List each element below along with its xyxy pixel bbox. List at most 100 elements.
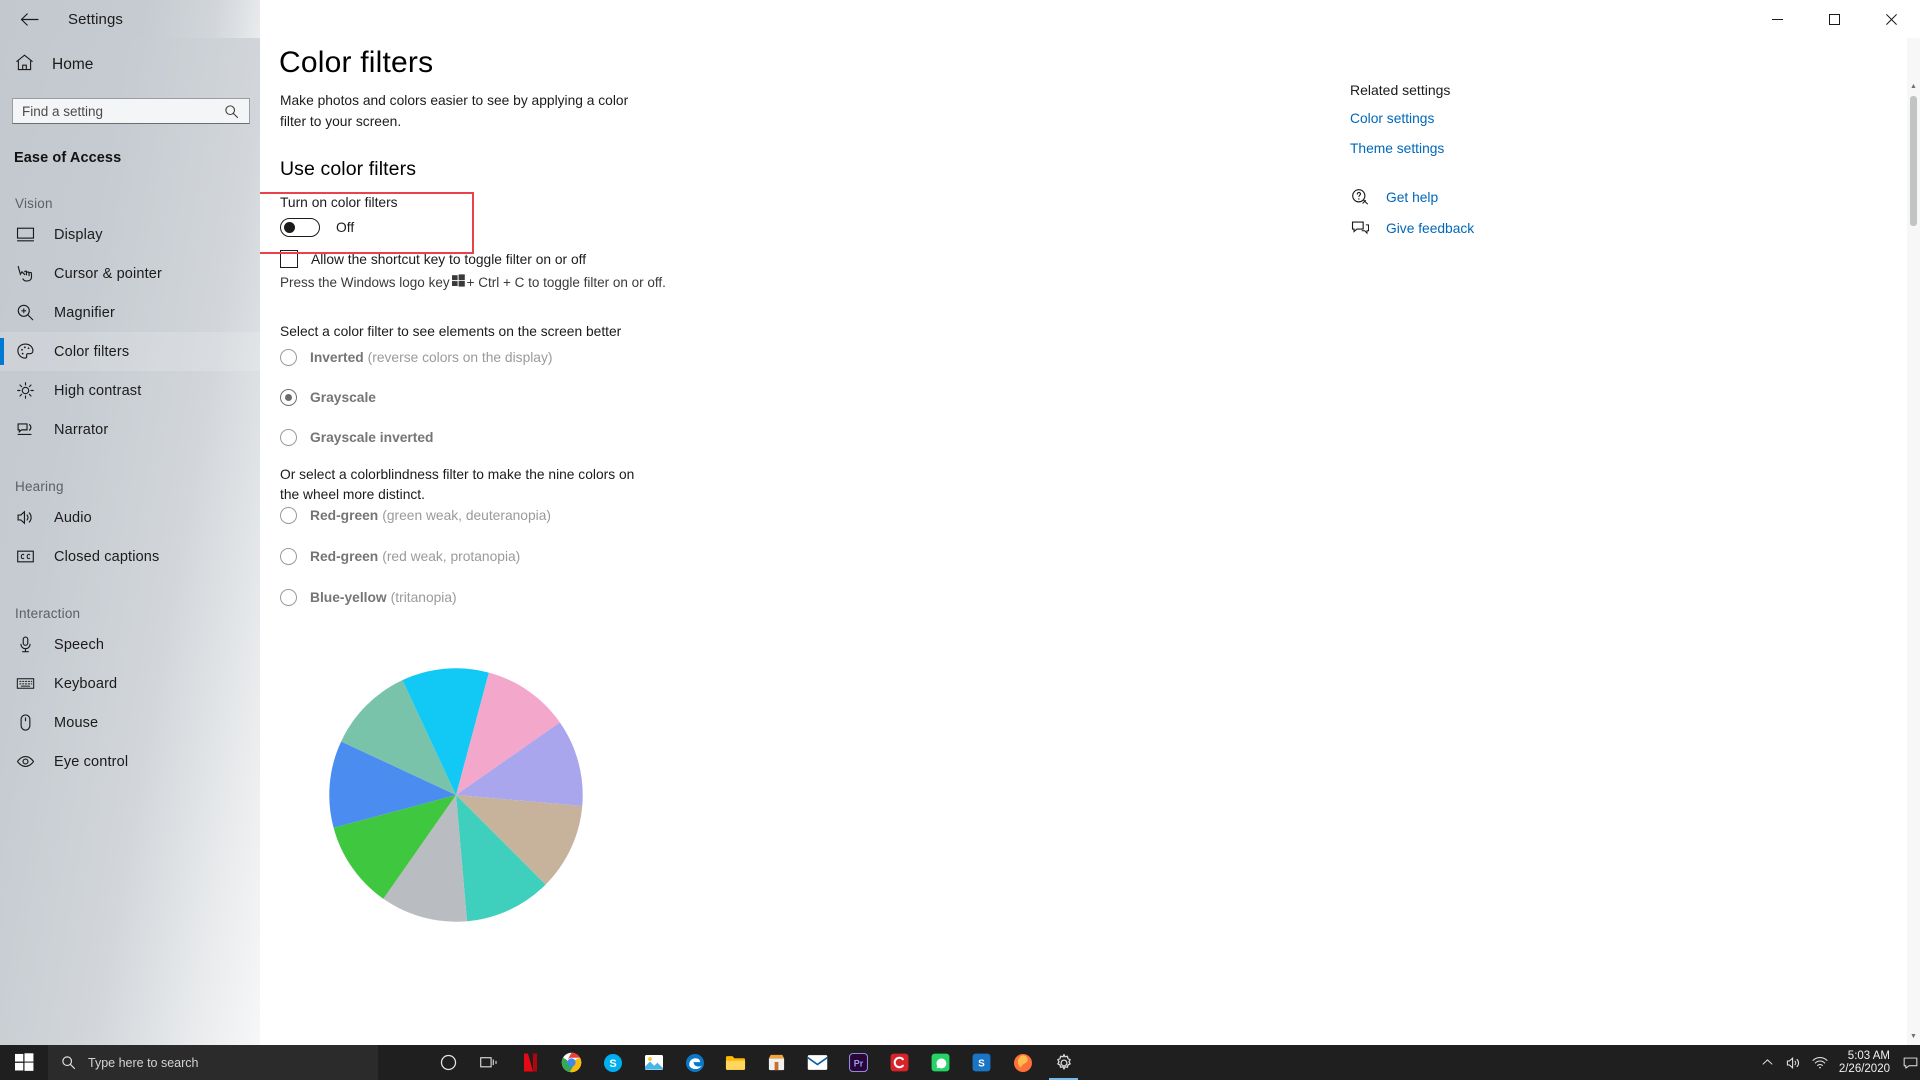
sidebar-item-high-contrast[interactable]: High contrast xyxy=(0,371,260,410)
radio-grayscale[interactable]: Grayscale xyxy=(280,389,376,406)
radio-inverted[interactable]: Inverted (reverse colors on the display) xyxy=(280,349,552,366)
firefox-icon[interactable] xyxy=(1002,1045,1043,1080)
microphone-icon xyxy=(15,634,36,655)
toggle-knob xyxy=(284,222,295,233)
premiere-pro-icon[interactable]: Pr xyxy=(838,1045,879,1080)
vertical-scrollbar[interactable]: ▲ ▼ xyxy=(1907,38,1920,1045)
radio-inverted-control[interactable] xyxy=(280,349,297,366)
radio-protanopia-extra: (red weak, protanopia) xyxy=(382,549,521,564)
sun-icon xyxy=(15,380,36,401)
home-icon xyxy=(14,52,35,78)
network-icon[interactable] xyxy=(1807,1045,1833,1080)
sidebar-item-mouse[interactable]: Mouse xyxy=(0,703,260,742)
edge-icon[interactable] xyxy=(674,1045,715,1080)
magnifier-icon xyxy=(15,302,36,323)
netflix-icon[interactable] xyxy=(510,1045,551,1080)
sidebar-label-magnifier: Magnifier xyxy=(54,304,115,321)
mail-icon[interactable] xyxy=(797,1045,838,1080)
sidebar-item-magnifier[interactable]: Magnifier xyxy=(0,293,260,332)
link-theme-settings[interactable]: Theme settings xyxy=(1350,141,1680,156)
radio-grayscale-control[interactable] xyxy=(280,389,297,406)
search-input[interactable] xyxy=(12,98,250,124)
search-icon[interactable] xyxy=(222,102,240,120)
search-wrapper xyxy=(12,98,250,124)
sidebar-item-eye-control[interactable]: Eye control xyxy=(0,742,260,781)
give-feedback-row[interactable]: Give feedback xyxy=(1350,218,1680,238)
file-explorer-icon[interactable] xyxy=(715,1045,756,1080)
radio-protanopia-label: Red-green xyxy=(310,549,379,564)
shortcut-hint-before: Press the Windows logo key xyxy=(280,274,450,290)
snipping-tool-icon[interactable]: S xyxy=(961,1045,1002,1080)
whatsapp-icon[interactable] xyxy=(920,1045,961,1080)
cortana-icon[interactable] xyxy=(428,1045,469,1080)
sidebar-label-keyboard: Keyboard xyxy=(54,675,118,692)
sidebar-item-audio[interactable]: Audio xyxy=(0,498,260,537)
settings-window: Color filters Make photos and colors eas… xyxy=(0,0,1920,1080)
radio-tritanopia-control[interactable] xyxy=(280,589,297,606)
radio-tritanopia-label: Blue-yellow xyxy=(310,590,387,605)
scrollbar-thumb[interactable] xyxy=(1910,96,1917,226)
color-filters-toggle[interactable] xyxy=(280,218,320,237)
radio-inverted-label: Inverted xyxy=(310,350,364,365)
sidebar-item-display[interactable]: Display xyxy=(0,215,260,254)
ccleaner-icon[interactable] xyxy=(879,1045,920,1080)
keyboard-icon xyxy=(15,673,36,694)
sidebar-item-cursor-pointer[interactable]: Cursor & pointer xyxy=(0,254,260,293)
help-section: Get help Give feedback xyxy=(1350,187,1680,238)
volume-icon[interactable] xyxy=(1781,1045,1807,1080)
svg-text:S: S xyxy=(978,1058,985,1069)
radio-deuteranopia-label: Red-green xyxy=(310,508,379,523)
radio-grayscale-inverted-control[interactable] xyxy=(280,429,297,446)
radio-deuteranopia-control[interactable] xyxy=(280,507,297,524)
toggle-state-label: Off xyxy=(336,220,355,235)
radio-protanopia[interactable]: Red-green (red weak, protanopia) xyxy=(280,548,520,565)
shortcut-checkbox[interactable] xyxy=(280,250,298,268)
taskbar-clock[interactable]: 5:03 AM 2/26/2020 xyxy=(1833,1045,1900,1080)
scroll-down-arrow-icon[interactable]: ▼ xyxy=(1907,1030,1920,1043)
category-title: Ease of Access xyxy=(14,150,122,166)
sidebar-item-keyboard[interactable]: Keyboard xyxy=(0,664,260,703)
radio-grayscale-inverted[interactable]: Grayscale inverted xyxy=(280,429,433,446)
close-button[interactable] xyxy=(1863,0,1920,38)
scroll-up-arrow-icon[interactable]: ▲ xyxy=(1907,80,1920,93)
radio-deuteranopia[interactable]: Red-green (green weak, deuteranopia) xyxy=(280,507,551,524)
chrome-icon[interactable] xyxy=(551,1045,592,1080)
colorblind-group-label: Or select a colorblindness filter to mak… xyxy=(280,467,635,502)
color-filters-toggle-row[interactable]: Off xyxy=(280,218,354,237)
monitor-icon xyxy=(15,224,36,245)
related-settings-title: Related settings xyxy=(1350,82,1451,98)
cursor-pointer-icon xyxy=(15,263,36,284)
skype-icon[interactable]: S xyxy=(592,1045,633,1080)
window-title: Settings xyxy=(68,10,123,28)
eye-icon xyxy=(15,751,36,772)
maximize-button[interactable] xyxy=(1806,0,1863,38)
start-button[interactable] xyxy=(0,1045,48,1080)
palette-icon xyxy=(15,341,36,362)
radio-inverted-extra: (reverse colors on the display) xyxy=(367,350,553,365)
get-help-row[interactable]: Get help xyxy=(1350,187,1680,207)
show-hidden-icons[interactable] xyxy=(1755,1045,1781,1080)
sidebar-label-mouse: Mouse xyxy=(54,714,99,731)
radio-tritanopia[interactable]: Blue-yellow (tritanopia) xyxy=(280,589,457,606)
sidebar-item-speech[interactable]: Speech xyxy=(0,625,260,664)
back-arrow-icon[interactable] xyxy=(12,4,46,34)
task-view-icon[interactable] xyxy=(469,1045,510,1080)
link-color-settings[interactable]: Color settings xyxy=(1350,111,1680,126)
radio-tritanopia-extra: (tritanopia) xyxy=(390,590,457,605)
settings-icon[interactable] xyxy=(1043,1045,1084,1080)
sidebar-item-narrator[interactable]: Narrator xyxy=(0,410,260,449)
microsoft-store-icon[interactable] xyxy=(756,1045,797,1080)
photos-icon[interactable] xyxy=(633,1045,674,1080)
filter-group-label: Select a color filter to see elements on… xyxy=(280,324,622,339)
home-label: Home xyxy=(52,56,94,73)
action-center-icon[interactable] xyxy=(1900,1045,1920,1080)
minimize-button[interactable] xyxy=(1749,0,1806,38)
taskbar-search[interactable]: Type here to search xyxy=(48,1045,378,1080)
radio-protanopia-control[interactable] xyxy=(280,548,297,565)
shortcut-checkbox-row[interactable]: Allow the shortcut key to toggle filter … xyxy=(280,250,586,268)
main-content: Color filters Make photos and colors eas… xyxy=(260,38,1920,1045)
sidebar-item-color-filters[interactable]: Color filters xyxy=(0,332,260,371)
system-tray: 5:03 AM 2/26/2020 xyxy=(1755,1045,1920,1080)
sidebar-item-home[interactable]: Home xyxy=(14,48,260,82)
sidebar-item-closed-captions[interactable]: Closed captions xyxy=(0,537,260,576)
